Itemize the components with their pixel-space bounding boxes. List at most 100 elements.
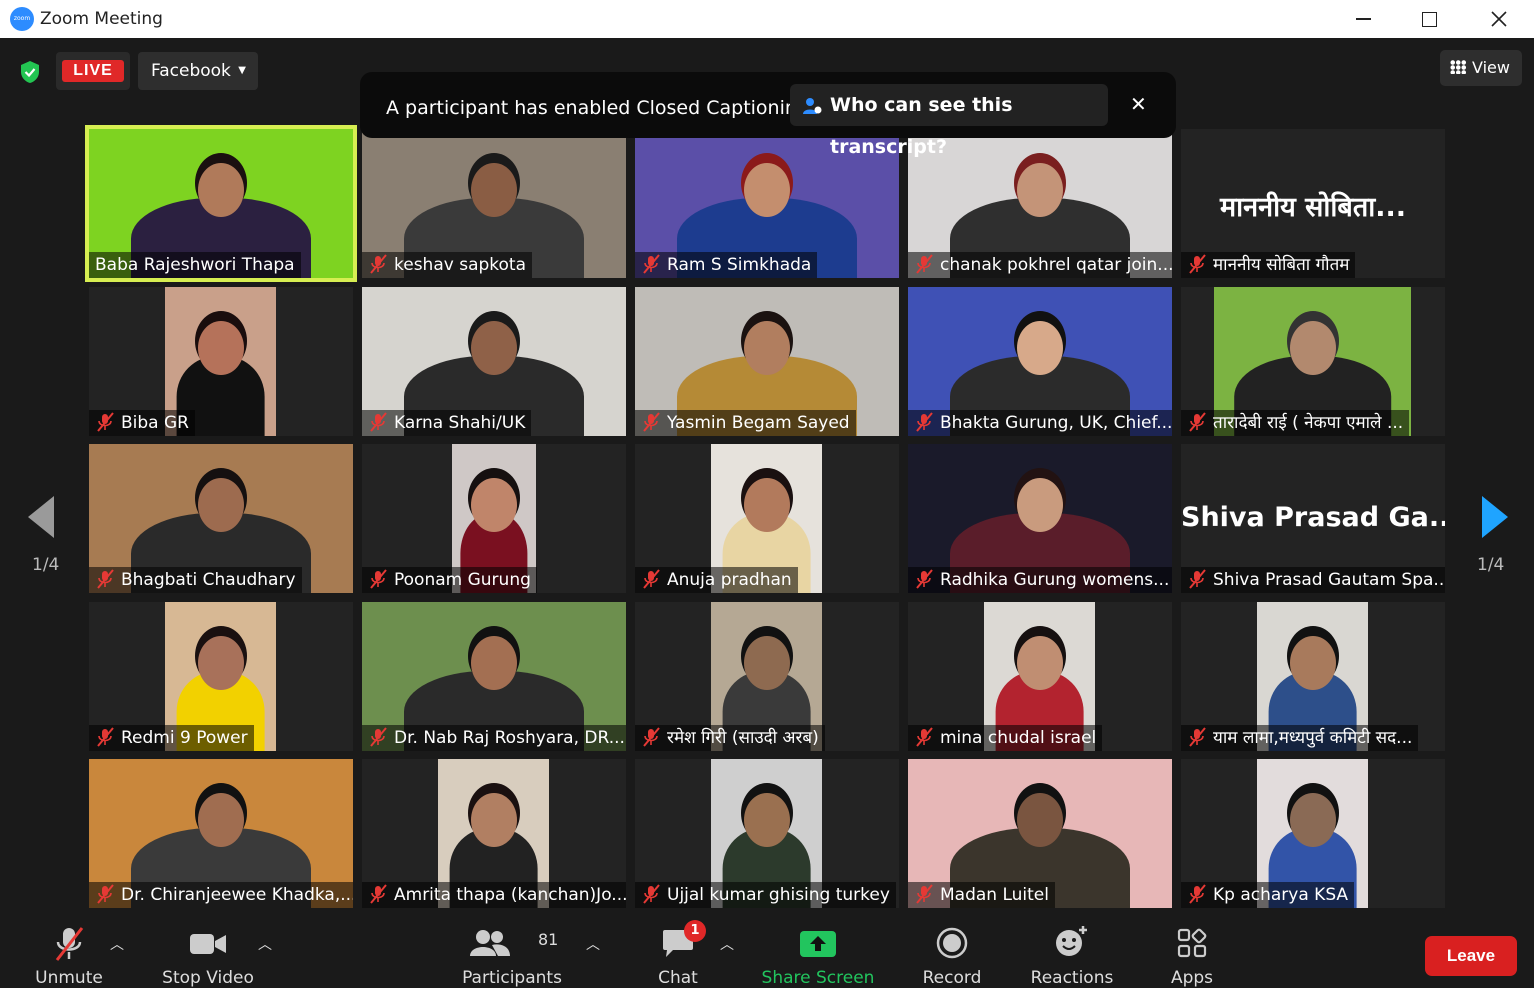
participant-name-bar: keshav sapkota [362,252,532,278]
participant-tile[interactable]: Bhagbati Chaudhary [89,444,353,593]
participant-tile[interactable]: Redmi 9 Power [89,602,353,751]
participant-name: याम लामा,मध्यपुर्व कमिटी सद... [1213,728,1413,748]
stream-target-dropdown[interactable]: Facebook ▼ [138,52,258,90]
participant-name-bar: Biba GR [89,410,195,436]
participant-name-bar: Bhagbati Chaudhary [89,567,302,593]
participant-name-bar: Dr. Nab Raj Roshyara, DR... [362,725,626,751]
window-title: Zoom Meeting [40,9,163,29]
participants-button[interactable]: 81 Participants [458,916,566,988]
chat-options-caret-icon[interactable]: ︿ [720,934,734,954]
participant-tile[interactable]: Baba Rajeshwori Thapa [85,125,357,282]
chat-label: Chat [658,968,698,988]
title-bar: zoom Zoom Meeting [0,0,1534,38]
participant-tile[interactable]: माननीय सोबिता... माननीय सोबिता गौतम [1181,129,1445,278]
participant-name: रमेश गिरी (साउदी अरब) [667,728,819,748]
share-screen-button[interactable]: Share Screen [760,916,876,988]
audio-options-caret-icon[interactable]: ︿ [110,934,124,954]
stream-target-label: Facebook [151,61,231,81]
live-indicator[interactable]: LIVE [56,52,130,90]
muted-microphone-icon [368,254,388,274]
muted-microphone-icon [368,412,388,432]
participants-label: Participants [462,968,562,988]
participant-tile[interactable]: Anuja pradhan [635,444,899,593]
participant-name: Kp acharya KSA [1213,885,1349,905]
muted-microphone-icon [1187,727,1207,747]
live-badge: LIVE [62,60,124,82]
view-button[interactable]: View [1440,50,1522,86]
participant-name: Ram S Simkhada [667,255,812,275]
close-caption-banner-icon[interactable]: ✕ [1130,92,1147,116]
participant-tile[interactable]: Kp acharya KSA [1181,759,1445,908]
participant-tile[interactable]: Bhakta Gurung, UK, Chief... [908,287,1172,436]
record-icon [936,927,968,959]
participant-tile[interactable]: Shiva Prasad Ga... Shiva Prasad Gautam Sp… [1181,444,1445,593]
unmute-button[interactable]: Unmute [30,916,108,988]
reactions-button[interactable]: Reactions [1028,916,1116,988]
video-options-caret-icon[interactable]: ︿ [258,934,272,954]
participant-tile[interactable]: Dr. Chiranjeewee Khadka,... [89,759,353,908]
participant-name: Dr. Nab Raj Roshyara, DR... [394,728,625,748]
participant-avatar-name: माननीय सोबिता... [1220,192,1406,223]
participant-name-bar: Dr. Chiranjeewee Khadka,... [89,882,353,908]
participant-name-bar: रमेश गिरी (साउदी अरब) [635,725,825,751]
record-label: Record [922,968,982,988]
participant-name-bar: याम लामा,मध्यपुर्व कमिटी सद... [1181,725,1419,751]
participant-tile[interactable]: Dr. Nab Raj Roshyara, DR... [362,602,626,751]
close-icon [1491,11,1507,27]
participant-name: Shiva Prasad Gautam Spa... [1213,570,1445,590]
participant-name-bar: Madan Luitel [908,882,1055,908]
participants-options-caret-icon[interactable]: ︿ [586,934,600,954]
participant-name: Dr. Chiranjeewee Khadka,... [121,885,353,905]
muted-microphone-icon [1187,412,1207,432]
stop-video-label: Stop Video [162,968,254,988]
participant-tile[interactable]: mina chudal israel [908,602,1172,751]
participant-name: तारादेबी राई ( नेकपा एमाले ... [1213,413,1404,433]
participant-name: Amrita thapa (kanchan)Jo... [394,885,626,905]
encryption-shield-icon[interactable] [16,58,44,86]
participant-name: Madan Luitel [940,885,1049,905]
maximize-button[interactable] [1406,0,1452,38]
muted-microphone-icon [641,727,661,747]
muted-microphone-icon [1187,569,1207,589]
minimize-button[interactable] [1340,0,1386,38]
participant-tile[interactable]: keshav sapkota [362,129,626,278]
unmute-label: Unmute [35,968,103,988]
apps-button[interactable]: Apps [1160,916,1224,988]
record-button[interactable]: Record [918,916,986,988]
participant-tile[interactable]: Biba GR [89,287,353,436]
chat-button[interactable]: 1 Chat [650,916,706,988]
participant-tile[interactable]: Karna Shahi/UK [362,287,626,436]
participant-name: माननीय सोबिता गौतम [1213,255,1350,275]
participant-name: Baba Rajeshwori Thapa [95,255,295,275]
closed-caption-banner: A participant has enabled Closed Caption… [360,72,1176,158]
muted-microphone-icon [368,569,388,589]
participant-tile[interactable]: याम लामा,मध्यपुर्व कमिटी सद... [1181,602,1445,751]
page-indicator-right: 1/4 [1477,555,1505,575]
muted-microphone-icon [95,569,115,589]
stop-video-button[interactable]: Stop Video [158,916,258,988]
next-page-button[interactable] [1480,496,1508,542]
participant-tile[interactable]: Ujjal kumar ghising turkey [635,759,899,908]
zoom-logo-icon: zoom [10,7,34,31]
participant-name-bar: Anuja pradhan [635,567,798,593]
participant-name-bar: Bhakta Gurung, UK, Chief... [908,410,1172,436]
participant-tile[interactable]: Amrita thapa (kanchan)Jo... [362,759,626,908]
muted-microphone-icon [914,727,934,747]
participant-tile[interactable]: chanak pokhrel qatar join... [908,129,1172,278]
muted-microphone-icon [368,884,388,904]
participant-tile[interactable]: Radhika Gurung womens... [908,444,1172,593]
previous-page-button[interactable] [28,496,56,542]
muted-microphone-icon [914,254,934,274]
participant-tile[interactable]: रमेश गिरी (साउदी अरब) [635,602,899,751]
leave-button[interactable]: Leave [1425,936,1517,976]
participant-tile[interactable]: Madan Luitel [908,759,1172,908]
participant-tile[interactable]: Yasmin Begam Sayed [635,287,899,436]
participant-tile[interactable]: Poonam Gurung [362,444,626,593]
reactions-label: Reactions [1030,968,1114,988]
transcript-visibility-button[interactable]: Who can see this transcript? [790,84,1108,158]
close-window-button[interactable] [1476,0,1522,38]
participant-name-bar: Baba Rajeshwori Thapa [89,252,301,278]
muted-microphone-icon [95,727,115,747]
participant-tile[interactable]: तारादेबी राई ( नेकपा एमाले ... [1181,287,1445,436]
smiley-plus-icon [1056,926,1087,956]
